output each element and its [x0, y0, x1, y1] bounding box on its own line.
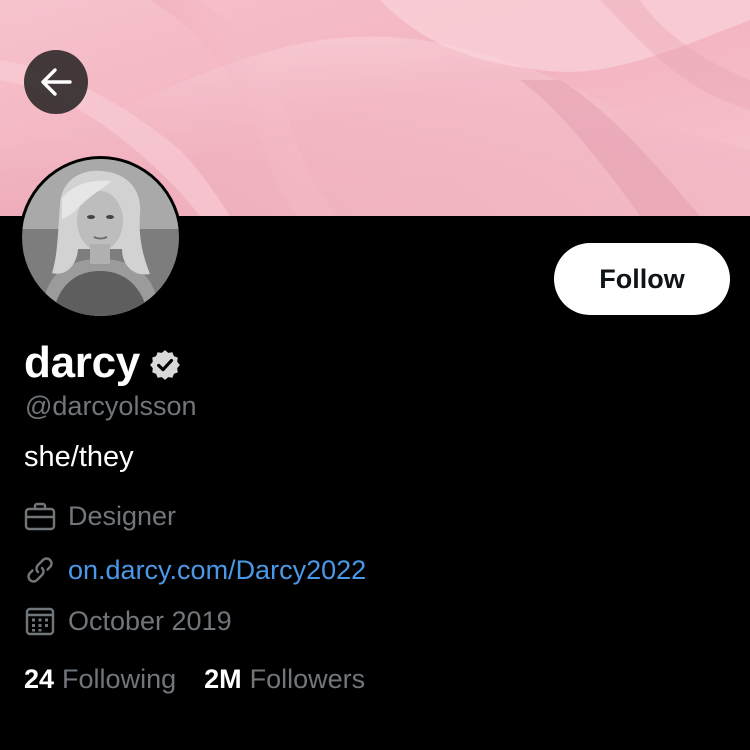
- job-text: Designer: [68, 501, 177, 531]
- profile-joined: October 2019: [24, 605, 232, 637]
- follow-stats: 24 Following 2M Followers: [24, 664, 365, 695]
- bio-text: she/they: [24, 441, 134, 473]
- avatar-image: [22, 159, 179, 316]
- following-count: 24: [24, 664, 55, 694]
- back-button[interactable]: [24, 50, 88, 114]
- followers-label: Followers: [249, 664, 366, 694]
- profile-page: Follow darcy @darcyolsson she/they Desig…: [0, 0, 750, 750]
- link-icon: [27, 557, 53, 583]
- display-name-row: darcy: [24, 338, 182, 388]
- verified-badge-icon[interactable]: [148, 348, 182, 382]
- arrow-left-icon: [41, 68, 72, 96]
- joined-date: October 2019: [68, 605, 232, 636]
- username-handle: @darcyolsson: [25, 391, 197, 421]
- avatar[interactable]: [19, 156, 182, 319]
- follow-button[interactable]: Follow: [554, 243, 730, 315]
- website-link[interactable]: on.darcy.com/Darcy2022: [68, 555, 366, 586]
- following-stat[interactable]: 24 Following: [24, 664, 176, 695]
- followers-stat[interactable]: 2M Followers: [204, 664, 365, 695]
- profile-website[interactable]: on.darcy.com/Darcy2022: [24, 554, 366, 586]
- briefcase-icon: [24, 502, 56, 530]
- display-name: darcy: [24, 338, 140, 387]
- followers-count: 2M: [204, 664, 242, 694]
- calendar-icon: [25, 607, 55, 636]
- following-label: Following: [62, 664, 177, 694]
- profile-job: Designer: [24, 501, 176, 532]
